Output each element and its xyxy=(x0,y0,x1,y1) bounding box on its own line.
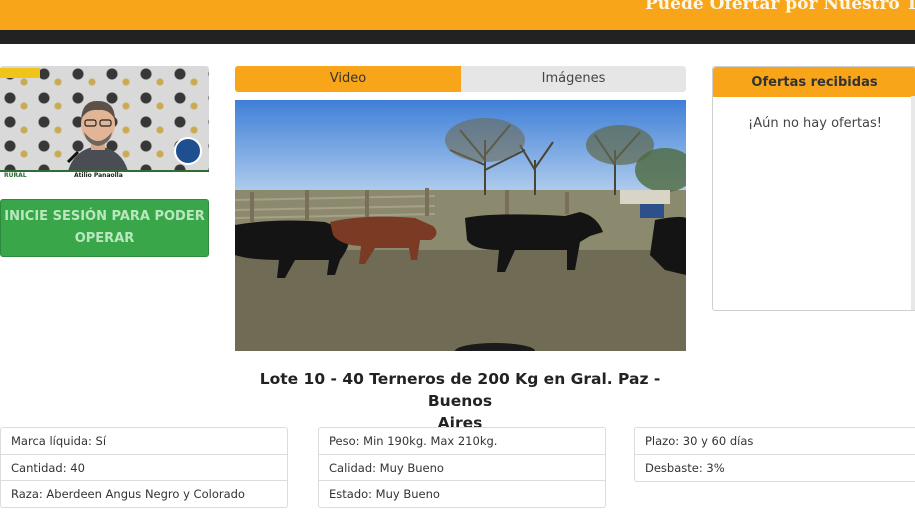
tab-video[interactable]: Video xyxy=(235,66,461,92)
lot-details-card-3: Plazo: 30 y 60 días Desbaste: 3% xyxy=(634,427,915,482)
login-button-line2: OPERAR xyxy=(74,231,135,246)
offers-empty-message: ¡Aún no hay ofertas! xyxy=(748,116,882,131)
detail-peso: Peso: Min 190kg. Max 210kg. xyxy=(319,428,605,455)
live-stream-video[interactable]: RURAL Atilio Panaolla xyxy=(0,66,209,185)
detail-calidad: Calidad: Muy Bueno xyxy=(319,455,605,481)
detail-plazo: Plazo: 30 y 60 días xyxy=(635,428,915,455)
detail-marca-liquida: Marca líquida: Sí xyxy=(1,428,287,455)
stream-logo-chip xyxy=(0,68,40,78)
circle-badge-icon xyxy=(174,137,202,165)
lot-photo[interactable] xyxy=(235,100,686,351)
offers-scrollbar[interactable] xyxy=(911,96,915,310)
stream-brand: RURAL xyxy=(4,172,27,179)
lot-title: Lote 10 - 40 Terneros de 200 Kg en Gral.… xyxy=(225,368,695,434)
offers-title: Ofertas recibidas xyxy=(713,67,915,97)
offers-panel: Ofertas recibidas ¡Aún no hay ofertas! xyxy=(712,66,915,311)
detail-estado: Estado: Muy Bueno xyxy=(329,487,440,501)
lot-details-card-2: Peso: Min 190kg. Max 210kg. Calidad: Muy… xyxy=(318,427,606,508)
presenter-name: Atilio Panaolla xyxy=(74,172,123,179)
lot-details-card-1: Marca líquida: Sí Cantidad: 40 Raza: Abe… xyxy=(0,427,288,508)
login-button-line1: INICIE SESIÓN PARA PODER xyxy=(4,209,205,224)
lot-title-line1: Lote 10 - 40 Terneros de 200 Kg en Gral.… xyxy=(259,370,661,410)
tab-images[interactable]: Imágenes xyxy=(461,66,686,92)
nav-bar xyxy=(0,30,915,44)
detail-desbaste: Desbaste: 3% xyxy=(645,460,725,475)
top-banner: Puede Ofertar por Nuestro Tel xyxy=(0,0,915,30)
marquee-text: Puede Ofertar por Nuestro Tel xyxy=(645,0,915,14)
lower-third: RURAL Atilio Panaolla xyxy=(0,170,209,185)
detail-raza: Raza: Aberdeen Angus Negro y Colorado xyxy=(11,487,245,501)
login-to-operate-button[interactable]: INICIE SESIÓN PARA PODER OPERAR xyxy=(0,199,209,257)
detail-cantidad: Cantidad: 40 xyxy=(1,455,287,481)
